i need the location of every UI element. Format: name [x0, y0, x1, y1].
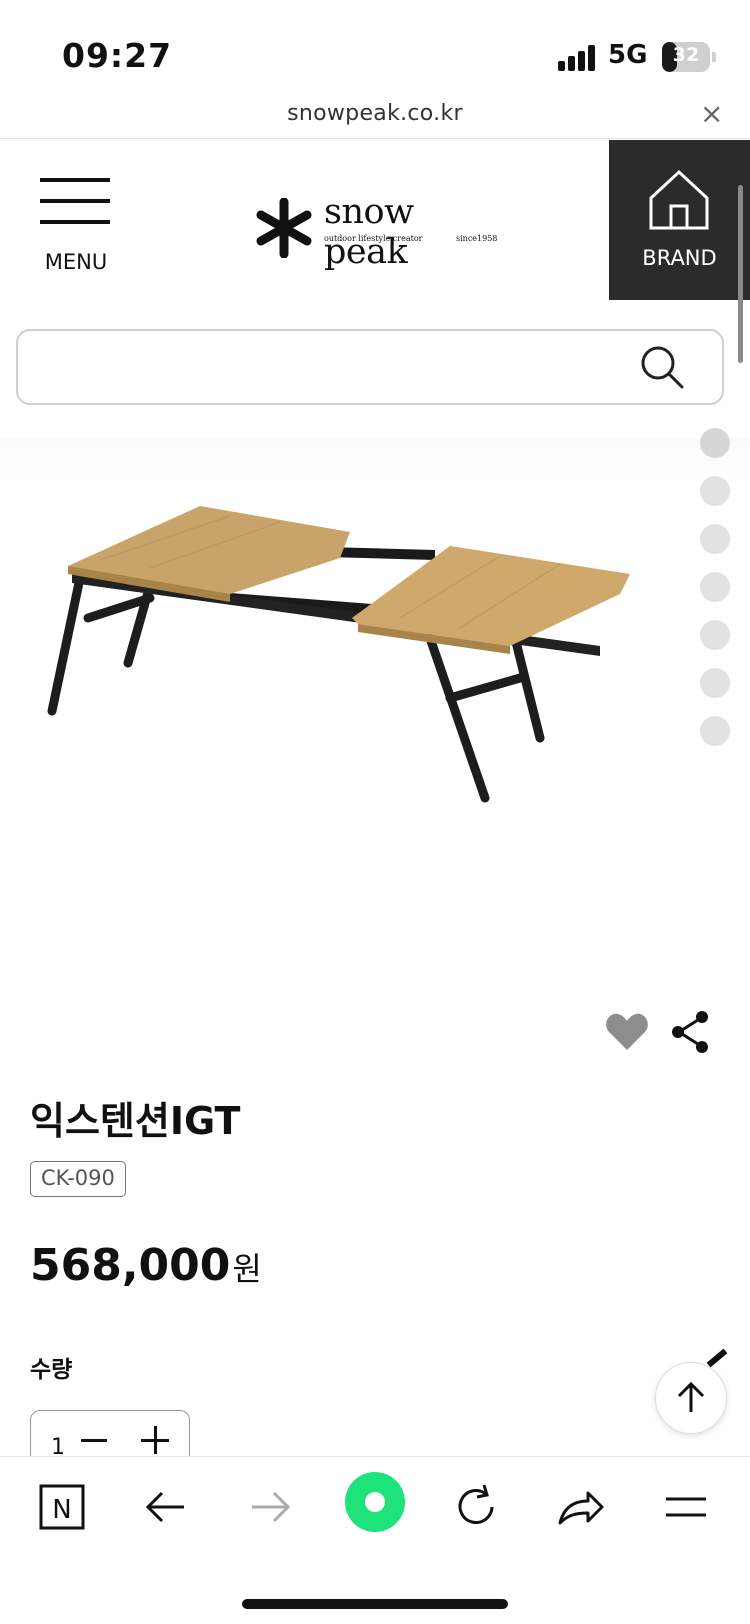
plus-icon-vertical[interactable] — [154, 1426, 157, 1454]
menu-button[interactable]: MENU — [38, 178, 114, 278]
product-gallery[interactable] — [0, 428, 750, 998]
arrow-up-icon — [677, 1381, 705, 1412]
house-icon — [649, 169, 709, 230]
svg-text:N: N — [52, 1495, 71, 1525]
battery-icon: 32 — [662, 42, 710, 72]
battery-percent: 32 — [672, 44, 700, 66]
forward-arrow-icon[interactable] — [240, 1477, 300, 1537]
url-text[interactable]: snowpeak.co.kr — [0, 101, 750, 126]
status-bar: 09:27 5G 32 — [0, 0, 750, 100]
price-value: 568,000 — [30, 1240, 231, 1291]
gallery-dot[interactable] — [700, 668, 730, 698]
search-input[interactable] — [16, 329, 724, 405]
menu-icon[interactable] — [656, 1477, 716, 1537]
brand-label: BRAND — [642, 246, 717, 270]
home-indicator[interactable] — [242, 1599, 508, 1609]
network-type: 5G — [608, 40, 648, 70]
logo-since: since1958 — [456, 234, 498, 243]
site-logo[interactable]: snow peak outdoor lifestyle creator sinc… — [254, 190, 504, 272]
share-icon[interactable] — [670, 1010, 710, 1054]
hamburger-icon — [40, 178, 110, 182]
search-icon[interactable] — [638, 343, 688, 393]
logo-tagline: outdoor lifestyle creator — [324, 234, 423, 243]
battery-cap — [712, 52, 716, 62]
logo-text: snow peak — [324, 192, 414, 272]
gallery-dot[interactable] — [700, 620, 730, 650]
close-icon[interactable]: × — [700, 97, 723, 130]
gallery-dot[interactable] — [700, 716, 730, 746]
status-time: 09:27 — [62, 36, 173, 75]
sku-badge: CK-090 — [30, 1161, 126, 1197]
signal-icon — [558, 45, 600, 71]
heart-icon[interactable] — [605, 1012, 649, 1052]
product-image — [47, 506, 630, 803]
gallery-dot[interactable] — [700, 428, 730, 458]
product-title: 익스텐션IGT — [30, 1099, 241, 1143]
menu-label: MENU — [44, 250, 108, 274]
hamburger-icon-line — [40, 220, 110, 224]
naver-home-icon[interactable]: N — [32, 1477, 92, 1537]
back-arrow-icon[interactable] — [136, 1477, 196, 1537]
quantity-label: 수량 — [30, 1357, 73, 1383]
gallery-dot[interactable] — [700, 524, 730, 554]
gallery-dot[interactable] — [700, 572, 730, 602]
share-arrow-icon[interactable] — [550, 1477, 610, 1537]
hamburger-icon-line — [40, 199, 110, 203]
gallery-dot[interactable] — [700, 476, 730, 506]
product-price: 568,000원 — [30, 1240, 262, 1291]
reload-icon[interactable] — [446, 1477, 506, 1537]
snowflake-icon — [256, 198, 312, 258]
page-scrollbar[interactable] — [738, 185, 743, 363]
price-currency: 원 — [232, 1250, 262, 1288]
minus-icon[interactable] — [81, 1439, 107, 1442]
browser-toolbar: N — [0, 1456, 750, 1624]
green-dot-icon[interactable] — [340, 1467, 410, 1537]
url-bar[interactable]: snowpeak.co.kr × — [0, 95, 750, 139]
brand-button[interactable]: BRAND — [609, 140, 750, 300]
scroll-top-button[interactable] — [655, 1362, 727, 1434]
